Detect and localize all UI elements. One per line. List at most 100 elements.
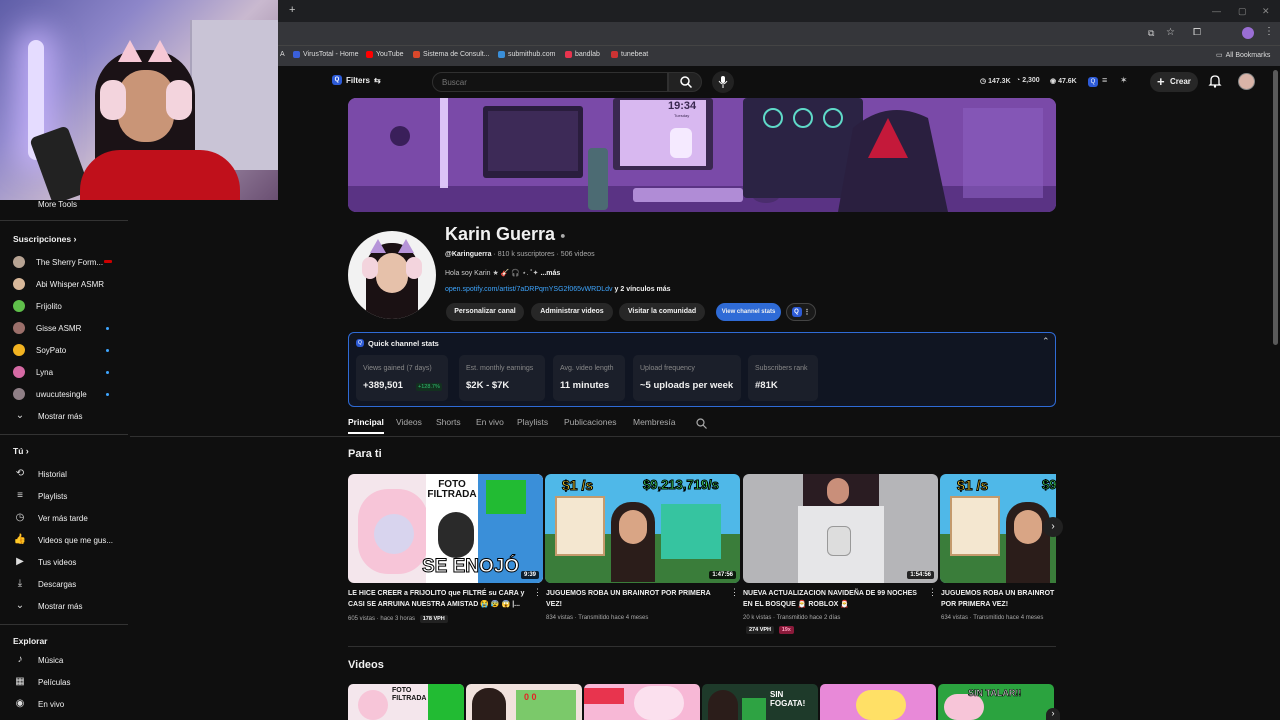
- sidebar-item-your-videos[interactable]: ▶ Tus videos: [13, 555, 76, 569]
- manage-videos-button[interactable]: Administrar videos: [531, 303, 613, 321]
- filters-button[interactable]: Q Filters ⇆: [332, 75, 381, 85]
- page-scrollbar[interactable]: [1273, 70, 1278, 345]
- video-thumbnail[interactable]: [820, 684, 936, 720]
- subscriber-count: 810 k suscriptores: [497, 251, 555, 258]
- video-menu-icon[interactable]: ⋮: [928, 587, 937, 598]
- video-thumbnail[interactable]: [584, 684, 700, 720]
- tab-videos[interactable]: Videos: [396, 417, 422, 427]
- extension-options-button[interactable]: Q ⋮: [786, 303, 816, 321]
- divider: [0, 220, 128, 221]
- sidebar-item-liked-videos[interactable]: 👍 Videos que me gus...: [13, 533, 113, 547]
- video-thumbnail[interactable]: $1 /s $9,213,719/s 1:47:56: [545, 474, 740, 583]
- subscription-item[interactable]: The Sherry Form...: [13, 255, 103, 269]
- sidebar-item-live[interactable]: ◉ En vivo: [13, 697, 65, 711]
- subscription-item[interactable]: uwucutesingle: [13, 387, 87, 401]
- notifications-bell-icon[interactable]: [1208, 74, 1222, 88]
- sidebar-item-movies[interactable]: ▦ Películas: [13, 675, 70, 689]
- thumb-character: [742, 698, 766, 720]
- description-more-link[interactable]: ...más: [540, 270, 560, 277]
- channel-avatar[interactable]: [348, 231, 436, 319]
- extensions-icon[interactable]: ⧠: [1193, 27, 1201, 38]
- create-button[interactable]: + Crear: [1150, 72, 1198, 92]
- channel-search-icon[interactable]: [696, 418, 707, 429]
- close-icon[interactable]: ✕: [1262, 6, 1270, 17]
- all-bookmarks[interactable]: ▭ All Bookmarks: [1216, 51, 1270, 60]
- carousel-next-button[interactable]: ›: [1046, 708, 1060, 720]
- video-menu-icon[interactable]: ⋮: [533, 587, 542, 598]
- sidebar-item-more-tools[interactable]: More Tools: [13, 197, 77, 211]
- bookmark-item[interactable]: submithub.com: [498, 51, 555, 58]
- video-thumbnail[interactable]: FOTO FILTRADA SE ENOJÓ 9:39: [348, 474, 543, 583]
- subscription-item[interactable]: SoyPato: [13, 343, 66, 357]
- subscription-item[interactable]: Lyna: [13, 365, 53, 379]
- tab-playlists[interactable]: Playlists: [517, 417, 548, 427]
- video-thumbnail[interactable]: SIN FOGATA!: [702, 684, 818, 720]
- minimize-icon[interactable]: —: [1212, 6, 1221, 16]
- tab-membership[interactable]: Membresía: [633, 417, 676, 427]
- extension-icon[interactable]: Q: [1088, 77, 1098, 87]
- star-icon[interactable]: ☆: [1166, 27, 1175, 38]
- sidebar-item-label: Descargas: [38, 579, 77, 589]
- bookmark-item[interactable]: VirusTotal - Home: [293, 51, 359, 58]
- video-thumbnail[interactable]: 1:54:56: [743, 474, 938, 583]
- show-more-subscriptions[interactable]: ⌄ Mostrar más: [13, 409, 83, 423]
- banner-clock: 19:34: [668, 100, 697, 112]
- video-title[interactable]: JUGUEMOS ROBA UN BRAINROT POR PRIMERA VE…: [941, 588, 1056, 610]
- install-icon[interactable]: ⧉: [1148, 28, 1154, 39]
- video-title[interactable]: JUGUEMOS ROBA UN BRAINROT POR PRIMERA VE…: [546, 588, 726, 610]
- banner-illustration: [348, 98, 1056, 212]
- tab-principal[interactable]: Principal: [348, 417, 384, 434]
- video-title[interactable]: NUEVA ACTUALIZACION NAVIDEÑA DE 99 NOCHE…: [743, 588, 923, 610]
- account-avatar[interactable]: [1238, 73, 1255, 90]
- thumb-text: 0 0: [524, 692, 537, 702]
- bookmark-item[interactable]: bandlab: [565, 51, 600, 58]
- search-icon: [680, 76, 692, 88]
- bookmark-item[interactable]: tunebeat: [611, 51, 648, 58]
- bookmark-item[interactable]: A: [280, 51, 285, 58]
- subscription-name: Frijolito: [36, 301, 62, 311]
- visit-community-button[interactable]: Visitar la comunidad: [619, 303, 705, 321]
- video-menu-icon[interactable]: ⋮: [730, 587, 739, 598]
- subscription-item[interactable]: Frijolito: [13, 299, 62, 313]
- channel-description[interactable]: Hola soy Karin ★ 🎸 🎧 ⋆. ˚✦ ...más: [445, 269, 560, 277]
- search-input[interactable]: [432, 72, 668, 92]
- sidebar-item-show-more[interactable]: ⌄ Mostrar más: [13, 599, 83, 613]
- view-channel-stats-button[interactable]: View channel stats: [716, 303, 781, 321]
- sidebar-item-watch-later[interactable]: ◷ Ver más tarde: [13, 511, 88, 525]
- customize-channel-button[interactable]: Personalizar canal: [446, 303, 524, 321]
- video-thumbnail[interactable]: $1 /s $9: [940, 474, 1056, 583]
- video-thumbnail[interactable]: SIN TALAR!!: [938, 684, 1054, 720]
- sidebar-item-music[interactable]: ♪ Música: [13, 653, 64, 667]
- video-title[interactable]: LE HICE CREER a FRIJOLITO que FILTRÉ su …: [348, 588, 528, 610]
- sidebar-item-downloads[interactable]: ⤓ Descargas: [13, 577, 76, 591]
- list-icon[interactable]: ≡: [1102, 75, 1107, 85]
- spotify-link[interactable]: open.spotify.com/artist/7aDRPqmYSG2f065v…: [445, 286, 613, 293]
- subscription-item[interactable]: Gisse ASMR: [13, 321, 81, 335]
- menu-dots-icon[interactable]: ⋮: [1264, 26, 1274, 37]
- new-tab-button[interactable]: +: [289, 4, 295, 16]
- sidebar-item-playlists[interactable]: ≡ Playlists: [13, 489, 67, 503]
- sidebar-item-history[interactable]: ⟲ Historial: [13, 467, 67, 481]
- carousel-next-button[interactable]: ›: [1043, 517, 1063, 537]
- profile-icon[interactable]: [1242, 27, 1254, 39]
- maximize-icon[interactable]: ▢: [1238, 6, 1247, 17]
- bookmark-item[interactable]: Sistema de Consult...: [413, 51, 490, 58]
- tab-posts[interactable]: Publicaciones: [564, 417, 616, 427]
- voice-search-button[interactable]: [712, 71, 734, 93]
- sidebar-item-label: Videos que me gus...: [38, 535, 114, 545]
- vph-badge: 178 VPH: [419, 615, 448, 623]
- video-thumbnail[interactable]: FOTO FILTRADA: [348, 684, 464, 720]
- tab-live[interactable]: En vivo: [476, 417, 504, 427]
- extension-puzzle-icon[interactable]: ✶: [1120, 75, 1128, 86]
- bookmark-item[interactable]: YouTube: [366, 51, 404, 58]
- subscriptions-heading[interactable]: Suscripciones ›: [13, 234, 76, 244]
- subscription-item[interactable]: Abi Whisper ASMR: [13, 277, 104, 291]
- extension-icon: Q: [791, 307, 802, 318]
- tab-shorts[interactable]: Shorts: [436, 417, 461, 427]
- video-thumbnail[interactable]: 0 0: [466, 684, 582, 720]
- you-heading[interactable]: Tú ›: [13, 446, 29, 456]
- more-links[interactable]: y 2 vínculos más: [615, 286, 671, 293]
- collapse-chevron-icon[interactable]: ⌃: [1042, 336, 1050, 347]
- sliders-icon: ⇆: [374, 75, 381, 85]
- search-button[interactable]: [668, 72, 702, 92]
